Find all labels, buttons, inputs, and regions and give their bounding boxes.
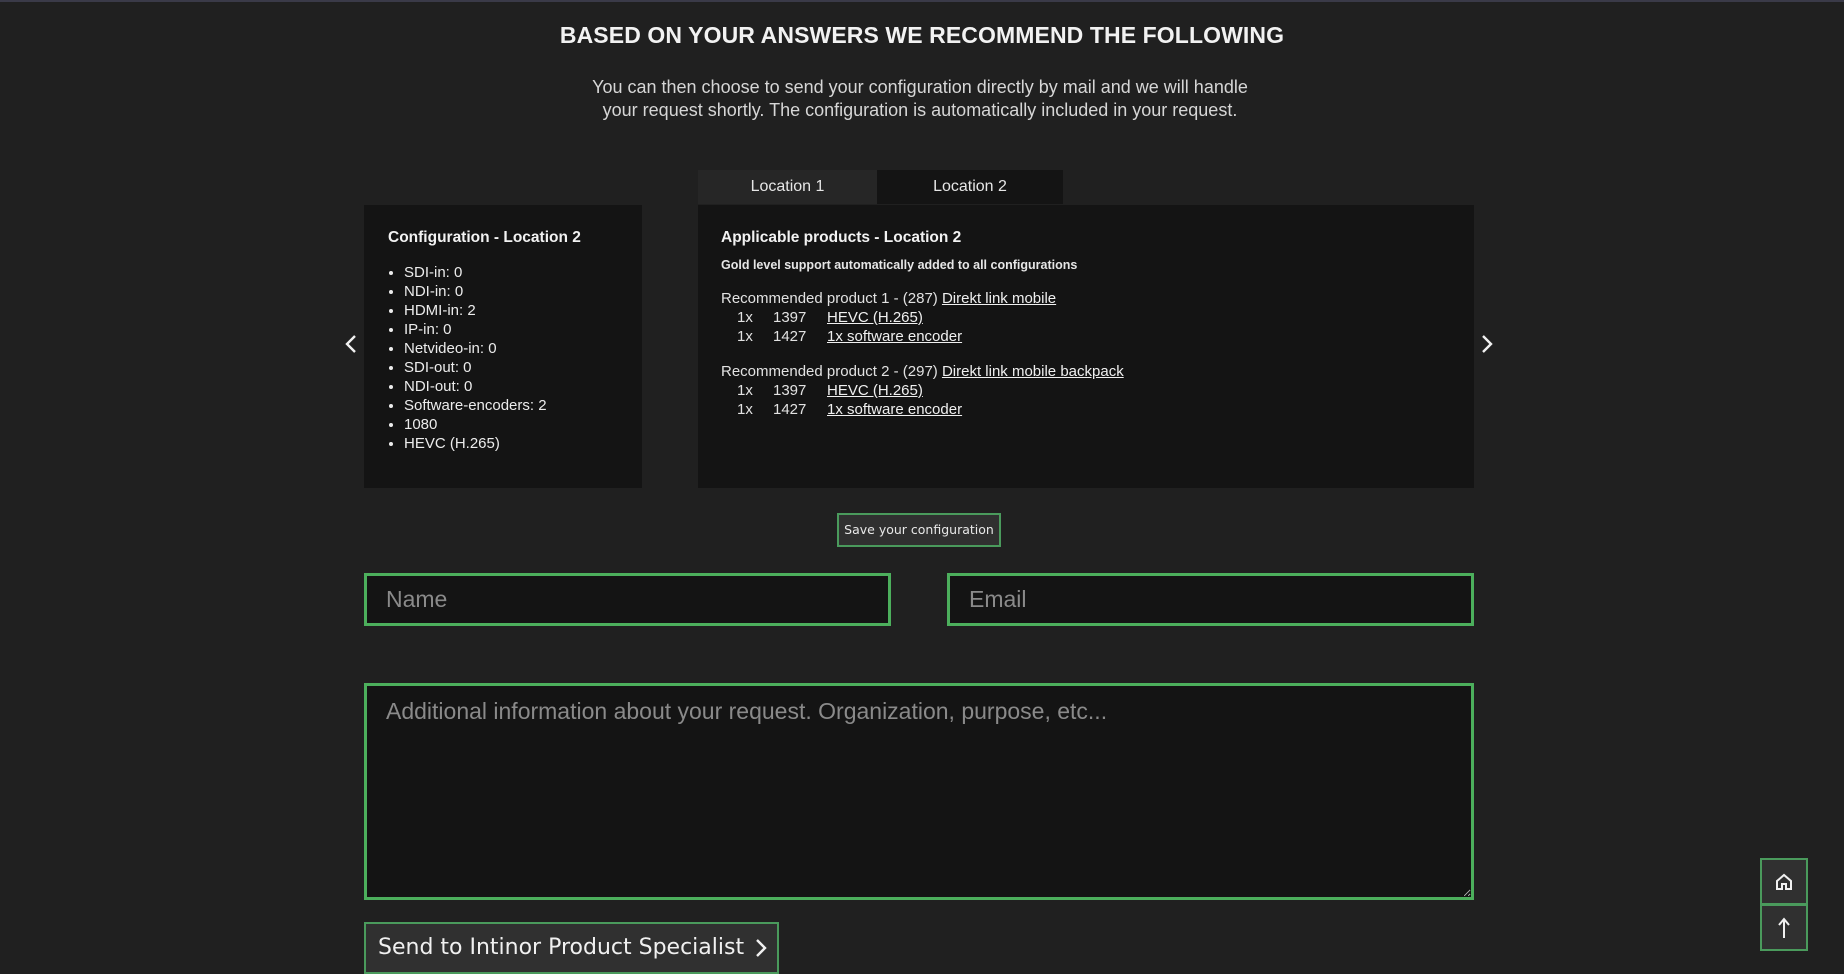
item-link[interactable]: 1x software encoder xyxy=(827,327,962,346)
item-qty: 1x xyxy=(737,401,753,418)
config-item: 1080 xyxy=(404,415,547,434)
config-item: SDI-out: 0 xyxy=(404,358,547,377)
intro-text: You can then choose to send your configu… xyxy=(592,77,1248,120)
item-link[interactable]: HEVC (H.265) xyxy=(827,381,923,400)
config-item: NDI-in: 0 xyxy=(404,282,547,301)
tab-location-1[interactable]: Location 1 xyxy=(698,170,877,204)
item-qty: 1x xyxy=(737,328,753,345)
item-qty: 1x xyxy=(737,382,753,399)
item-link[interactable]: HEVC (H.265) xyxy=(827,308,923,327)
product-prefix: Recommended product 2 - (297) xyxy=(721,363,942,380)
tab-location-2[interactable]: Location 2 xyxy=(877,170,1063,204)
item-qty: 1x xyxy=(737,309,753,326)
config-item: HEVC (H.265) xyxy=(404,434,547,453)
home-button[interactable] xyxy=(1760,858,1808,905)
recommended-product-1: Recommended product 1 - (287) Direkt lin… xyxy=(721,289,1056,346)
product-item: 1x 1427 1x software encoder xyxy=(721,400,1124,419)
products-heading: Applicable products - Location 2 xyxy=(721,229,962,246)
product-link[interactable]: Direkt link mobile backpack xyxy=(942,363,1124,380)
next-button[interactable] xyxy=(1474,332,1498,356)
chevron-right-icon xyxy=(756,939,767,957)
recommended-product-2: Recommended product 2 - (297) Direkt lin… xyxy=(721,362,1124,419)
name-input[interactable] xyxy=(364,573,891,626)
config-item: SDI-in: 0 xyxy=(404,263,547,282)
config-item: HDMI-in: 2 xyxy=(404,301,547,320)
config-item: Netvideo-in: 0 xyxy=(404,339,547,358)
configuration-list: SDI-in: 0 NDI-in: 0 HDMI-in: 2 IP-in: 0 … xyxy=(388,263,547,453)
item-code: 1397 xyxy=(773,382,807,399)
item-code: 1397 xyxy=(773,309,807,326)
additional-info-textarea[interactable] xyxy=(364,683,1474,900)
config-item: Software-encoders: 2 xyxy=(404,396,547,415)
home-icon xyxy=(1776,873,1792,890)
arrow-up-icon xyxy=(1778,916,1790,938)
item-link[interactable]: 1x software encoder xyxy=(827,400,962,419)
page-title: BASED ON YOUR ANSWERS WE RECOMMEND THE F… xyxy=(559,22,1285,48)
top-bar xyxy=(0,0,1844,2)
item-code: 1427 xyxy=(773,328,807,345)
configuration-panel: Configuration - Location 2 SDI-in: 0 NDI… xyxy=(364,205,642,488)
products-panel: Applicable products - Location 2 Gold le… xyxy=(698,205,1474,488)
config-item: IP-in: 0 xyxy=(404,320,547,339)
previous-button[interactable] xyxy=(340,332,364,356)
chevron-right-icon xyxy=(1482,335,1493,353)
product-link[interactable]: Direkt link mobile xyxy=(942,290,1056,307)
product-item: 1x 1427 1x software encoder xyxy=(721,327,1056,346)
email-input[interactable] xyxy=(947,573,1474,626)
scroll-to-top-button[interactable] xyxy=(1760,904,1808,951)
chevron-left-icon xyxy=(345,335,356,353)
send-to-specialist-button[interactable]: Send to Intinor Product Specialist xyxy=(364,922,779,974)
item-code: 1427 xyxy=(773,401,807,418)
configuration-heading: Configuration - Location 2 xyxy=(388,229,581,246)
config-item: NDI-out: 0 xyxy=(404,377,547,396)
product-prefix: Recommended product 1 - (287) xyxy=(721,290,942,307)
product-item: 1x 1397 HEVC (H.265) xyxy=(721,308,1056,327)
send-button-label: Send to Intinor Product Specialist xyxy=(378,935,745,960)
save-configuration-button[interactable]: Save your configuration xyxy=(837,513,1001,547)
location-tabs: Location 1 Location 2 xyxy=(698,170,1063,204)
support-note: Gold level support automatically added t… xyxy=(721,258,1078,272)
product-item: 1x 1397 HEVC (H.265) xyxy=(721,381,1124,400)
